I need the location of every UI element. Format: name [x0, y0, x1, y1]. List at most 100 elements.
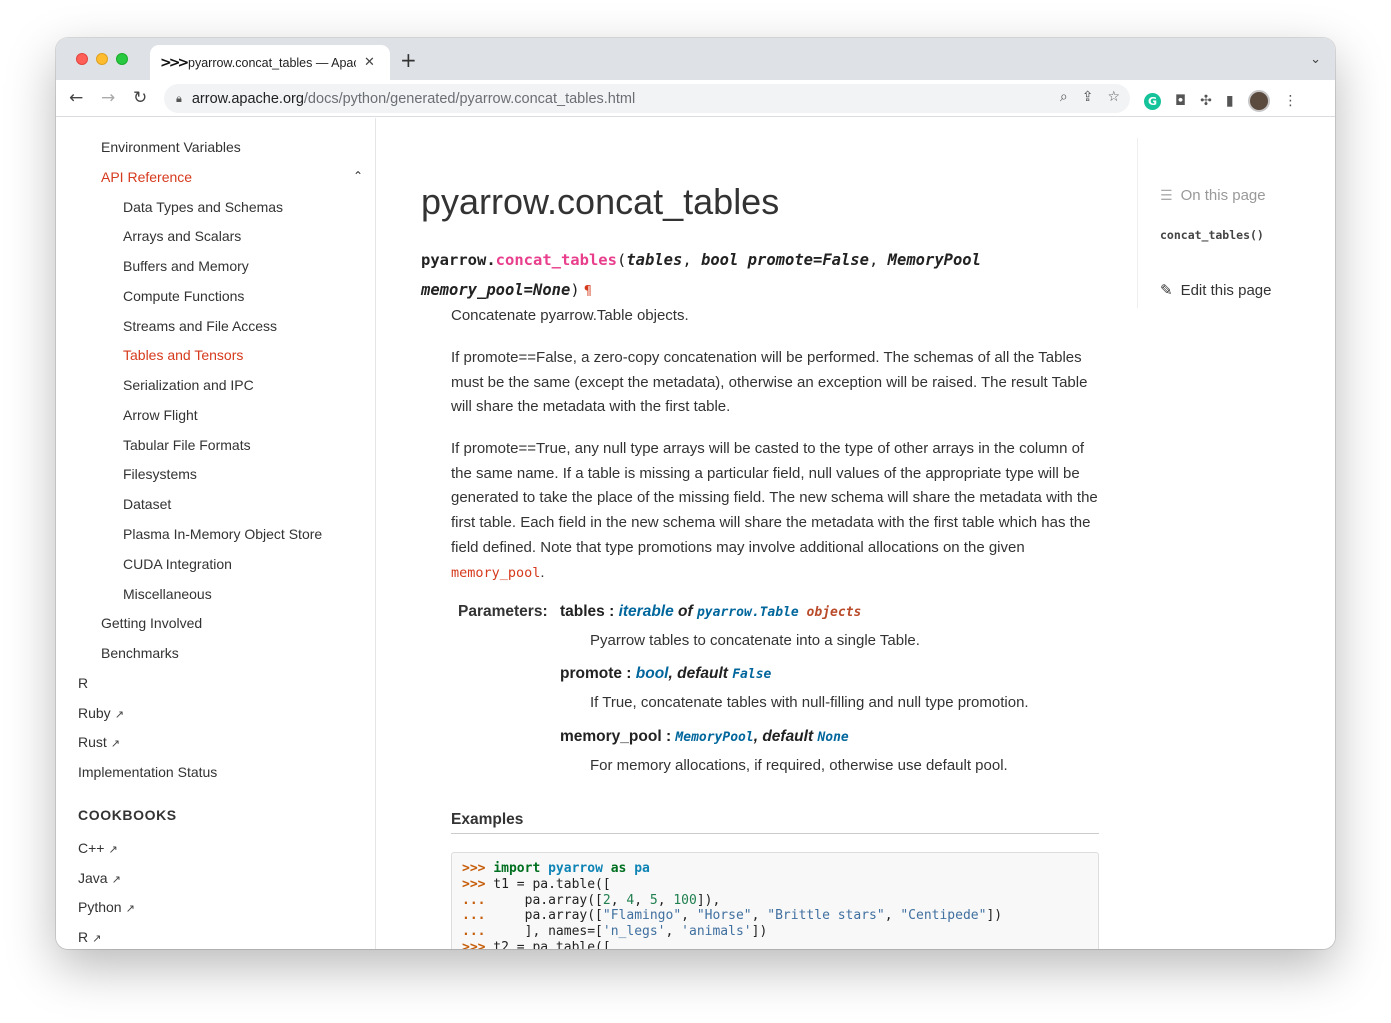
search-icon[interactable]: ⌕: [1060, 89, 1068, 105]
sidebar-item-ruby[interactable]: Ruby ↗: [78, 705, 124, 721]
lock-icon[interactable]: 🔒︎: [176, 92, 182, 106]
sidebar-item-tabular-file-formats[interactable]: Tabular File Formats: [123, 437, 251, 453]
browser-window: >>> pyarrow.concat_tables — Apache Arrow…: [56, 38, 1335, 949]
close-window-button[interactable]: [76, 53, 88, 65]
window-controls: [76, 53, 128, 65]
share-icon[interactable]: ⇪: [1082, 89, 1094, 105]
sidebar-item-plasma[interactable]: Plasma In-Memory Object Store: [123, 526, 322, 542]
promote-false-paragraph: If promote==False, a zero-copy concatena…: [451, 349, 1088, 416]
page-title: pyarrow.concat_tables: [421, 181, 780, 222]
sig-param-promote: bool promote=False: [701, 251, 869, 269]
permalink-icon[interactable]: ¶: [584, 284, 592, 299]
sidebar-nav: Environment Variables API Reference ⌃ Da…: [56, 118, 376, 949]
sig-function-name: concat_tables: [495, 251, 617, 269]
promote-true-paragraph: If promote==True, any null type arrays w…: [451, 440, 1098, 581]
memorypool-link[interactable]: MemoryPool: [675, 730, 753, 745]
cookbook-java[interactable]: Java ↗: [78, 870, 121, 886]
page-content: Environment Variables API Reference ⌃ Da…: [56, 118, 1335, 949]
sidebar-item-benchmarks[interactable]: Benchmarks: [101, 645, 179, 661]
memory-pool-code: memory_pool: [451, 564, 541, 581]
grammarly-icon[interactable]: G: [1144, 92, 1161, 110]
sidebar-item-arrays-scalars[interactable]: Arrays and Scalars: [123, 228, 241, 244]
sidebar-item-streams-file-access[interactable]: Streams and File Access: [123, 318, 277, 334]
param-memory-pool-desc: For memory allocations, if required, oth…: [590, 757, 1008, 774]
cookbooks-heading: COOKBOOKS: [78, 807, 177, 823]
edit-page-link[interactable]: ✎ Edit this page: [1160, 281, 1271, 299]
sidebar-item-environment-variables[interactable]: Environment Variables: [101, 139, 241, 155]
minimize-window-button[interactable]: [96, 53, 108, 65]
zoom-window-button[interactable]: [116, 53, 128, 65]
forward-button[interactable]: →: [101, 88, 115, 108]
cookbook-python[interactable]: Python ↗: [78, 899, 135, 915]
sig-open-paren: (: [616, 251, 627, 269]
tab-close-icon[interactable]: ✕: [364, 55, 375, 70]
main-content: pyarrow.concat_tables pyarrow.concat_tab…: [421, 118, 1099, 949]
parameters-label: Parameters:: [458, 603, 548, 620]
sidebar-item-compute-functions[interactable]: Compute Functions: [123, 288, 244, 304]
omnibox-actions: ⌕ ⇪ ☆: [1060, 89, 1120, 105]
sidebar-item-arrow-flight[interactable]: Arrow Flight: [123, 407, 198, 423]
external-link-icon: ↗: [125, 902, 135, 915]
side-panel-icon[interactable]: ▮: [1226, 93, 1234, 109]
sidebar-item-miscellaneous[interactable]: Miscellaneous: [123, 586, 212, 602]
url-text[interactable]: arrow.apache.org/docs/python/generated/p…: [192, 91, 635, 107]
param-tables: tables : iterable of pyarrow.Table objec…: [560, 603, 862, 620]
external-link-icon: ↗: [110, 737, 121, 750]
cookbook-r[interactable]: R ↗: [78, 929, 101, 945]
table-type-link[interactable]: pyarrow.Table: [697, 605, 799, 620]
sidebar-item-r[interactable]: R: [78, 675, 88, 691]
external-link-icon: ↗: [108, 843, 118, 856]
param-tables-desc: Pyarrow tables to concatenate into a sin…: [590, 632, 920, 649]
param-memory-pool: memory_pool : MemoryPool, default None: [560, 728, 849, 745]
tab-strip: >>> pyarrow.concat_tables — Apache Arrow…: [56, 38, 1335, 80]
param-promote-desc: If True, concatenate tables with null-fi…: [590, 694, 1029, 711]
sig-param-tables: tables: [626, 251, 683, 269]
toc-heading: ☰ On this page: [1160, 187, 1266, 204]
sidebar-item-implementation-status[interactable]: Implementation Status: [78, 764, 217, 780]
function-signature: pyarrow.concat_tables(tables, bool promo…: [421, 245, 1021, 307]
sig-sep: ,: [868, 251, 888, 269]
tab-search-chevron-icon[interactable]: ⌄: [1310, 52, 1321, 67]
sidebar-item-getting-involved[interactable]: Getting Involved: [101, 615, 202, 631]
cookbook-cpp[interactable]: C++ ↗: [78, 840, 118, 856]
active-tab[interactable]: >>> pyarrow.concat_tables — Apache Arrow…: [150, 45, 390, 80]
chevron-up-icon[interactable]: ⌃: [353, 169, 363, 183]
arrow-favicon-icon: >>>: [160, 54, 189, 71]
external-link-icon: ↗: [111, 873, 121, 886]
sig-type-memorypool: MemoryPool: [887, 251, 981, 269]
address-bar[interactable]: 🔒︎ arrow.apache.org/docs/python/generate…: [164, 84, 1130, 113]
external-link-icon: ↗: [92, 932, 102, 945]
tab-title: pyarrow.concat_tables — Apache Arrow: [188, 55, 356, 70]
bookmark-star-icon[interactable]: ☆: [1107, 89, 1120, 105]
examples-heading: Examples: [451, 811, 1099, 834]
sig-close-paren: ): [570, 281, 580, 299]
sidebar-item-rust[interactable]: Rust ↗: [78, 734, 120, 750]
toc-link-concat-tables[interactable]: concat_tables(): [1160, 228, 1264, 242]
sig-param-memory-pool: memory_pool=None: [421, 281, 571, 299]
bool-link[interactable]: bool: [636, 665, 669, 682]
iterable-link[interactable]: iterable: [619, 603, 674, 620]
browser-toolbar: ← → ↻ 🔒︎ arrow.apache.org/docs/python/ge…: [56, 80, 1335, 117]
sidebar-item-dataset[interactable]: Dataset: [123, 496, 171, 512]
code-example[interactable]: >>> import pyarrow as pa >>> t1 = pa.tab…: [451, 852, 1099, 949]
sig-sep: ,: [682, 251, 701, 269]
sidebar-item-serialization-ipc[interactable]: Serialization and IPC: [123, 377, 254, 393]
sidebar-item-filesystems[interactable]: Filesystems: [123, 466, 197, 482]
page-toc: ☰ On this page concat_tables() ✎ Edit this…: [1137, 138, 1335, 308]
pencil-icon: ✎: [1160, 281, 1173, 299]
sidebar-item-cuda[interactable]: CUDA Integration: [123, 556, 232, 572]
back-button[interactable]: ←: [69, 88, 83, 108]
sidebar-item-api-reference[interactable]: API Reference: [101, 169, 192, 185]
camera-icon[interactable]: ◘: [1175, 93, 1186, 109]
more-menu-icon[interactable]: ⋮: [1284, 93, 1298, 109]
new-tab-button[interactable]: +: [400, 50, 417, 70]
reload-button[interactable]: ↻: [133, 88, 147, 108]
sidebar-item-buffers-memory[interactable]: Buffers and Memory: [123, 258, 249, 274]
sidebar-item-tables-tensors[interactable]: Tables and Tensors: [123, 347, 243, 363]
puzzle-extensions-icon[interactable]: ✣: [1200, 93, 1212, 109]
profile-avatar[interactable]: [1247, 90, 1270, 112]
sig-module: pyarrow.: [421, 251, 496, 269]
sidebar-item-data-types[interactable]: Data Types and Schemas: [123, 199, 283, 215]
extension-icons: G ◘ ✣ ▮ ⋮: [1144, 90, 1298, 112]
summary-text: Concatenate pyarrow.Table objects.: [451, 307, 689, 324]
